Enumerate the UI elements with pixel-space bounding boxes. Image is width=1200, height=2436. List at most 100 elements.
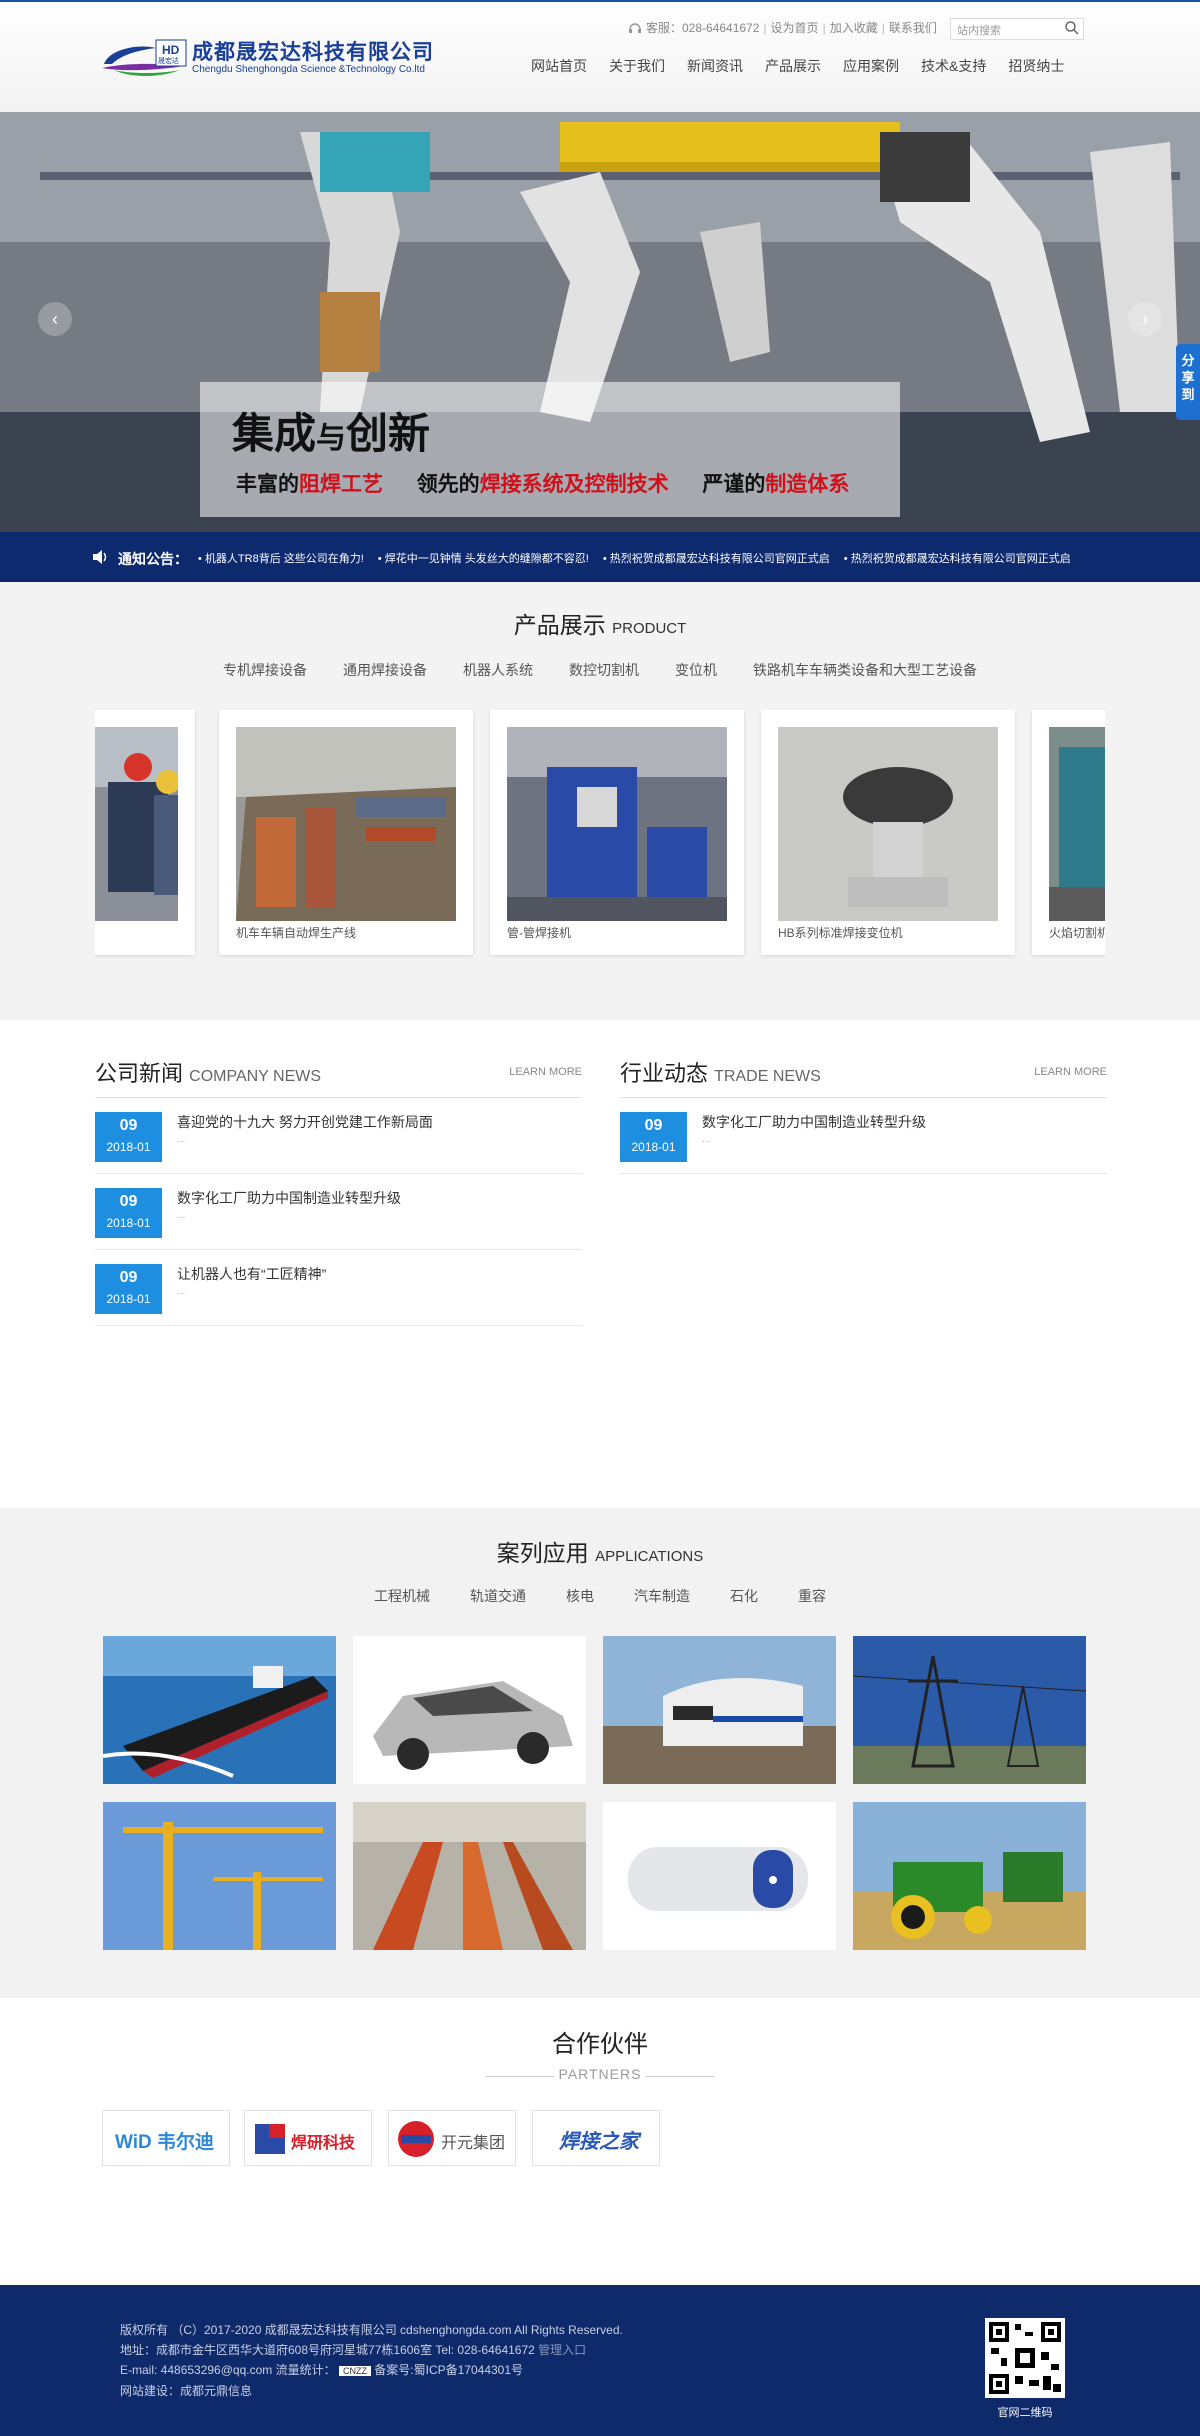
nav-support[interactable]: 技术&支持 — [910, 54, 997, 78]
notice-item-text: 热烈祝贺成都晟宏达科技有限公司官网正式启 — [850, 553, 1071, 565]
company-name-en: Chengdu Shenghongda Science &Technology … — [192, 64, 425, 75]
banner-sub-highlight: 焊接系统及控制技术 — [479, 473, 669, 496]
partner-logo-hanyan[interactable]: 焊研科技 — [244, 2110, 372, 2166]
site-header: HD 晟宏达 成都晟宏达科技有限公司 Chengdu Shenghongda S… — [0, 0, 1200, 112]
trade-news-more-link[interactable]: LEARN MORE — [1034, 1066, 1107, 1078]
product-card[interactable]: HB系列标准焊接变位机 — [761, 710, 1015, 955]
case-tab[interactable]: 核电 — [566, 1586, 594, 1606]
add-favorite-link[interactable]: 加入收藏 — [830, 19, 878, 36]
cnzz-badge[interactable]: CNZZ — [338, 2366, 371, 2376]
date-day: 09 — [119, 1193, 138, 1210]
trade-news-column: 行业动态 TRADE NEWS LEARN MORE 09 2018-01 数字化… — [620, 1050, 1107, 1174]
case-power-tower-image[interactable] — [853, 1636, 1086, 1784]
product-tab[interactable]: 变位机 — [675, 660, 717, 680]
news-title[interactable]: 数字化工厂助力中国制造业转型升级 — [177, 1188, 401, 1208]
cases-title-en: APPLICATIONS — [595, 1548, 704, 1565]
notice-label: 通知公告： — [118, 551, 188, 567]
contact-us-link[interactable]: 联系我们 — [889, 19, 937, 36]
news-summary: ... — [177, 1286, 186, 1297]
partner-logo-kaiyuan[interactable]: 开元集团 — [388, 2110, 516, 2166]
case-tab[interactable]: 石化 — [730, 1586, 758, 1606]
banner-prev-button[interactable]: ‹ — [38, 302, 72, 336]
product-tab[interactable]: 通用焊接设备 — [343, 660, 427, 680]
notice-item-text: 热烈祝贺成都晟宏达科技有限公司官网正式启 — [609, 553, 830, 565]
case-tractor-image[interactable] — [853, 1802, 1086, 1950]
qr-code-image — [985, 2318, 1065, 2398]
company-news-more-link[interactable]: LEARN MORE — [509, 1066, 582, 1078]
case-tab[interactable]: 工程机械 — [374, 1586, 430, 1606]
product-tab[interactable]: 数控切割机 — [569, 660, 639, 680]
notice-item-text: 机器人TR8背后 这些公司在角力! — [204, 553, 364, 565]
news-title[interactable]: 让机器人也有“工匠精神” — [177, 1264, 326, 1284]
company-news-title-cn: 公司新闻 — [95, 1061, 184, 1086]
case-car-image[interactable] — [353, 1636, 586, 1784]
qr-code-label: 官网二维码 — [997, 2407, 1053, 2419]
trade-news-title-en: TRADE NEWS — [714, 1068, 821, 1085]
partner-logo-weierdi[interactable]: WiD 韦尔迪 — [102, 2110, 230, 2166]
nav-about[interactable]: 关于我们 — [598, 54, 676, 78]
news-title[interactable]: 数字化工厂助力中国制造业转型升级 — [702, 1112, 926, 1132]
news-item[interactable]: 09 2018-01 让机器人也有“工匠精神” ... — [95, 1250, 582, 1326]
notice-bar: 通知公告： • 机器人TR8背后 这些公司在角力! • 焊花中一见钟情 头发丝大… — [0, 532, 1200, 582]
admin-login-link[interactable]: 管理入口 — [538, 2343, 586, 2357]
news-title[interactable]: 喜迎党的十九大 努力开创党建工作新局面 — [177, 1112, 433, 1132]
set-homepage-link[interactable]: 设为首页 — [771, 19, 819, 36]
products-title-en: PRODUCT — [612, 620, 687, 637]
notice-item[interactable]: • 机器人TR8背后 这些公司在角力! — [198, 550, 364, 566]
case-category-tabs: 工程机械 轨道交通 核电 汽车制造 石化 重容 — [0, 1586, 1200, 1606]
banner-sub-prefix: 严谨的 — [702, 473, 766, 496]
trade-news-title: 行业动态 TRADE NEWS — [620, 1056, 821, 1088]
hotline-text: 客服：028-64641672 — [646, 21, 760, 35]
banner-sub-prefix: 丰富的 — [236, 473, 299, 496]
nav-products[interactable]: 产品展示 — [754, 54, 832, 78]
case-ship-image[interactable] — [103, 1636, 336, 1784]
notice-item[interactable]: • 热烈祝贺成都晟宏达科技有限公司官网正式启 — [603, 550, 830, 566]
site-logo[interactable]: HD 晟宏达 成都晟宏达科技有限公司 Chengdu Shenghongda S… — [100, 34, 440, 80]
product-card[interactable]: 火焰切割机 — [1032, 710, 1105, 955]
nav-news[interactable]: 新闻资讯 — [676, 54, 754, 78]
banner-sub-highlight: 制造体系 — [765, 473, 850, 496]
notice-item[interactable]: • 热烈祝贺成都晟宏达科技有限公司官网正式启 — [844, 550, 1071, 566]
nav-cases[interactable]: 应用案例 — [832, 54, 910, 78]
date-month: 2018-01 — [106, 1140, 151, 1154]
notice-item[interactable]: • 焊花中一见钟情 头发丝大的缝隙都不容忍! — [378, 550, 589, 566]
news-item[interactable]: 09 2018-01 数字化工厂助力中国制造业转型升级 ... — [620, 1098, 1107, 1174]
product-tab[interactable]: 机器人系统 — [463, 660, 533, 680]
share-tab-button[interactable]: 分 享 到 — [1176, 344, 1200, 420]
case-pipeline-image[interactable] — [353, 1802, 586, 1950]
case-crane-image[interactable] — [103, 1802, 336, 1950]
partner-logo-text: 开元集团 — [441, 2135, 506, 2152]
product-label: 机车车辆自动焊生产线 — [236, 926, 357, 940]
products-title: 产品展示 PRODUCT — [0, 606, 1200, 640]
footer-info: 版权所有 （C）2017-2020 成都晟宏达科技有限公司 cdshenghon… — [120, 2320, 623, 2401]
search-icon[interactable] — [1064, 20, 1080, 36]
case-tab[interactable]: 重容 — [798, 1586, 826, 1606]
news-summary: ... — [702, 1134, 711, 1145]
news-item[interactable]: 09 2018-01 数字化工厂助力中国制造业转型升级 ... — [95, 1174, 582, 1250]
trade-news-header: 行业动态 TRADE NEWS LEARN MORE — [620, 1050, 1107, 1098]
nav-home[interactable]: 网站首页 — [520, 54, 598, 78]
case-train-image[interactable] — [603, 1636, 836, 1784]
product-tab[interactable]: 铁路机车车辆类设备和大型工艺设备 — [753, 660, 977, 680]
footer-copyright: 版权所有 （C）2017-2020 成都晟宏达科技有限公司 cdshenghon… — [120, 2323, 623, 2337]
banner-headline-part: 创新 — [346, 410, 431, 457]
logo-mark-text: HD — [162, 43, 180, 57]
product-card[interactable]: 管-管焊接机 — [490, 710, 744, 955]
product-card[interactable]: 焊 — [95, 710, 195, 955]
banner-next-button[interactable]: › — [1128, 302, 1162, 336]
nav-careers[interactable]: 招贤纳士 — [997, 54, 1075, 78]
case-tab[interactable]: 汽车制造 — [634, 1586, 690, 1606]
divider: | — [881, 20, 885, 35]
divider: | — [822, 20, 826, 35]
news-item[interactable]: 09 2018-01 喜迎党的十九大 努力开创党建工作新局面 ... — [95, 1098, 582, 1174]
banner-sub-prefix: 领先的 — [416, 473, 480, 496]
product-tab[interactable]: 专机焊接设备 — [223, 660, 307, 680]
partner-logo-hanjiezhijia[interactable]: 焊接之家 — [532, 2110, 660, 2166]
case-water-heater-image[interactable] — [603, 1802, 836, 1950]
case-tab[interactable]: 轨道交通 — [470, 1586, 526, 1606]
footer-icp[interactable]: 备案号:蜀ICP备17044301号 — [374, 2363, 523, 2377]
cases-title-cn: 案列应用 — [496, 1540, 589, 1566]
product-card[interactable]: 机车车辆自动焊生产线 — [219, 710, 473, 955]
hero-banner[interactable]: ‹ › 集成与创新 丰富的阻焊工艺 领先的焊接系统及控制技术 严谨的制造体系 分… — [0, 112, 1200, 532]
banner-headline-part: 集成 — [232, 410, 317, 457]
